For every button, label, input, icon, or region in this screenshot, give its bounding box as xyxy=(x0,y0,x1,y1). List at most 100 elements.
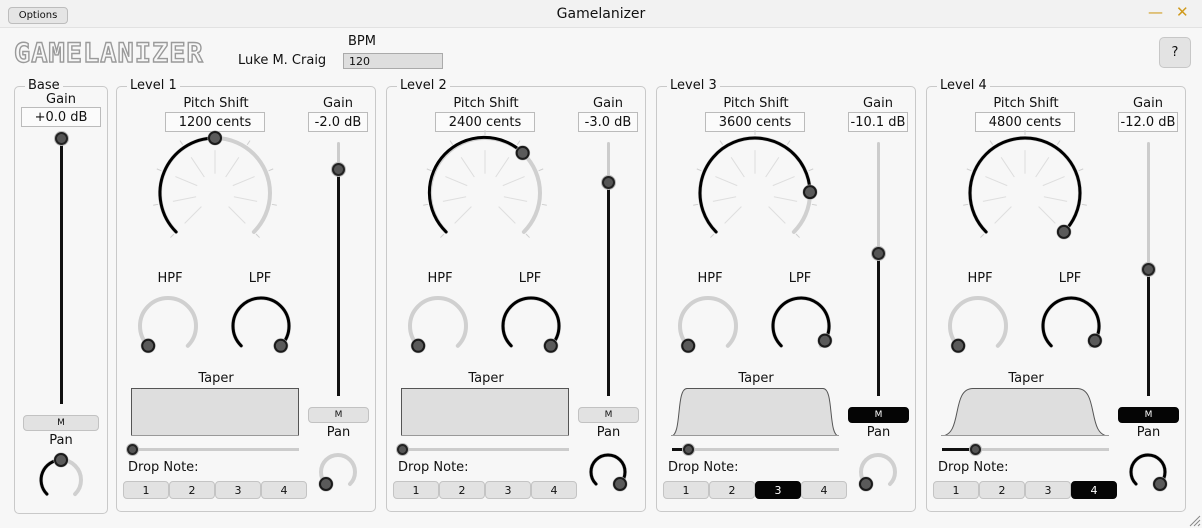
taper-label: Taper xyxy=(1008,371,1044,386)
pan-label: Pan xyxy=(1136,425,1161,440)
gain-label: Gain xyxy=(593,96,623,111)
level-4-taper-slider-thumb[interactable] xyxy=(969,443,981,455)
drop-note-button-4[interactable]: 4 xyxy=(261,481,307,499)
base-mute-button[interactable]: M xyxy=(23,415,99,431)
drop-note-button-2[interactable]: 2 xyxy=(979,481,1025,499)
drop-note-button-2[interactable]: 2 xyxy=(169,481,215,499)
level-4-pitch-knob[interactable] xyxy=(958,126,1092,260)
drop-note-button-1[interactable]: 1 xyxy=(393,481,439,499)
level-3-pitch-knob[interactable] xyxy=(688,126,822,260)
level-1-taper-slider-thumb[interactable] xyxy=(126,443,138,455)
level-1-hpf-knob-thumb xyxy=(141,338,156,353)
level-1-title: Level 1 xyxy=(127,78,180,93)
level-1-pan-knob-thumb xyxy=(318,477,333,492)
level-3-pan-knob-thumb xyxy=(858,477,873,492)
gain-field[interactable]: -3.0 dB xyxy=(578,112,638,132)
level-4-pitch-knob-thumb xyxy=(1056,224,1071,239)
level-2-mute-button[interactable]: M xyxy=(578,407,639,423)
drop-note-button-2[interactable]: 2 xyxy=(709,481,755,499)
level-2-title: Level 2 xyxy=(397,78,450,93)
level-2-gain-slider-fill xyxy=(607,182,610,396)
pitch-shift-label: Pitch Shift xyxy=(453,96,519,111)
taper-label: Taper xyxy=(198,371,234,386)
level-4-gain-slider-fill xyxy=(1147,269,1150,396)
pitch-shift-label: Pitch Shift xyxy=(183,96,249,111)
level-1-lpf-knob-thumb xyxy=(273,338,288,353)
level-4-gain-slider-thumb[interactable] xyxy=(1141,262,1155,276)
drop-note-label: Drop Note: xyxy=(128,460,199,475)
level-1-lpf-knob[interactable] xyxy=(221,286,301,366)
drop-note-button-3[interactable]: 3 xyxy=(1025,481,1071,499)
level-4-hpf-knob[interactable] xyxy=(938,286,1018,366)
base-gain-label: Gain xyxy=(46,92,76,107)
level-3-pan-knob[interactable] xyxy=(849,443,907,501)
lpf-label: LPF xyxy=(1058,271,1082,286)
drop-note-button-4[interactable]: 4 xyxy=(1071,481,1117,499)
gain-field[interactable]: -10.1 dB xyxy=(848,112,908,132)
drop-note-button-3[interactable]: 3 xyxy=(485,481,531,499)
resize-grip-icon[interactable] xyxy=(1187,513,1201,527)
bpm-input[interactable]: 120 xyxy=(343,53,443,69)
level-4-pan-knob-thumb xyxy=(1153,477,1168,492)
drop-note-label: Drop Note: xyxy=(398,460,469,475)
level-2-taper-slider-track xyxy=(402,448,569,451)
level-4-taper-display xyxy=(941,388,1109,436)
drop-note-button-1[interactable]: 1 xyxy=(933,481,979,499)
drop-note-button-3[interactable]: 3 xyxy=(755,481,801,499)
base-gain-slider-fill xyxy=(60,138,63,404)
author-label: Luke M. Craig xyxy=(238,53,327,68)
drop-note-label: Drop Note: xyxy=(668,460,739,475)
base-pan-label: Pan xyxy=(49,433,73,448)
level-4-mute-button[interactable]: M xyxy=(1118,407,1179,423)
options-button[interactable]: Options xyxy=(8,7,68,24)
level-1-mute-button[interactable]: M xyxy=(308,407,369,423)
drop-note-button-4[interactable]: 4 xyxy=(531,481,577,499)
help-button[interactable]: ? xyxy=(1159,37,1191,68)
level-2-pitch-knob[interactable] xyxy=(418,126,552,260)
base-gain-field[interactable]: +0.0 dB xyxy=(21,107,101,127)
level-1-gain-slider-thumb[interactable] xyxy=(331,163,345,177)
level-4-pan-knob[interactable] xyxy=(1119,443,1177,501)
taper-label: Taper xyxy=(468,371,504,386)
level-2-pan-knob[interactable] xyxy=(579,443,637,501)
pitch-shift-label: Pitch Shift xyxy=(723,96,789,111)
level-4-hpf-knob-thumb xyxy=(951,338,966,353)
hpf-label: HPF xyxy=(427,271,453,286)
minimize-icon[interactable]: — xyxy=(1148,3,1163,21)
gain-label: Gain xyxy=(863,96,893,111)
level-2-lpf-knob[interactable] xyxy=(491,286,571,366)
gain-field[interactable]: -2.0 dB xyxy=(308,112,368,132)
base-pan-knob[interactable] xyxy=(29,448,93,512)
level-3-mute-button[interactable]: M xyxy=(848,407,909,423)
level-3-lpf-knob-thumb xyxy=(817,333,832,348)
level-3-gain-slider-thumb[interactable] xyxy=(871,247,885,261)
level-1-pan-knob[interactable] xyxy=(309,443,367,501)
level-4-lpf-knob[interactable] xyxy=(1031,286,1111,366)
drop-note-button-2[interactable]: 2 xyxy=(439,481,485,499)
lpf-label: LPF xyxy=(248,271,272,286)
level-1-pitch-knob[interactable] xyxy=(148,126,282,260)
base-title: Base xyxy=(25,78,63,93)
level-2-hpf-knob[interactable] xyxy=(398,286,478,366)
base-gain-slider-thumb[interactable] xyxy=(54,131,68,145)
level-2-pan-knob-thumb xyxy=(613,477,628,492)
level-3-lpf-knob[interactable] xyxy=(761,286,841,366)
level-1-hpf-knob[interactable] xyxy=(128,286,208,366)
level-2-hpf-knob-thumb xyxy=(411,338,426,353)
gain-label: Gain xyxy=(323,96,353,111)
base-pan-knob-thumb xyxy=(54,453,68,467)
close-icon[interactable]: ✕ xyxy=(1176,3,1189,21)
drop-note-button-1[interactable]: 1 xyxy=(123,481,169,499)
drop-note-button-1[interactable]: 1 xyxy=(663,481,709,499)
level-2-taper-slider-thumb[interactable] xyxy=(396,443,408,455)
pan-label: Pan xyxy=(326,425,351,440)
level-3-taper-slider-thumb[interactable] xyxy=(683,443,695,455)
drop-note-button-4[interactable]: 4 xyxy=(801,481,847,499)
level-2-gain-slider-thumb[interactable] xyxy=(601,176,615,190)
level-4-lpf-knob-thumb xyxy=(1087,333,1102,348)
drop-note-button-3[interactable]: 3 xyxy=(215,481,261,499)
level-3-taper-display xyxy=(671,388,839,436)
gain-field[interactable]: -12.0 dB xyxy=(1118,112,1178,132)
level-2-lpf-knob-thumb xyxy=(543,338,558,353)
level-3-hpf-knob[interactable] xyxy=(668,286,748,366)
